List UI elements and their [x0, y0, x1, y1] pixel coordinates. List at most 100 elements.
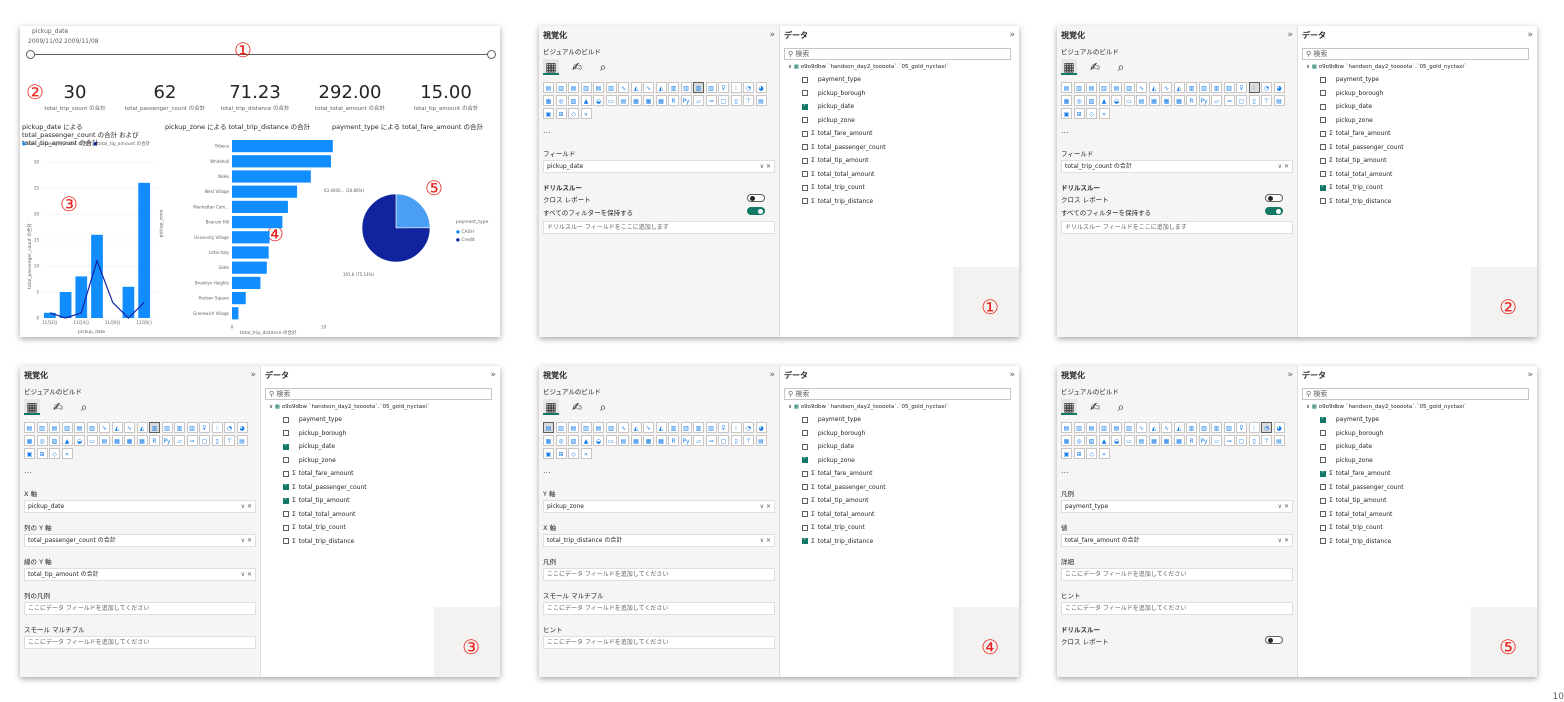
visual-type-icon[interactable]: ∿: [1161, 82, 1172, 93]
field-checkbox[interactable]: [1320, 90, 1326, 96]
visual-type-icon[interactable]: ▥: [1186, 82, 1197, 93]
visual-type-icon[interactable]: ▥: [580, 422, 592, 433]
visual-type-icon[interactable]: ◔: [743, 82, 754, 93]
field-item[interactable]: Σ total_total_amount: [1320, 511, 1416, 518]
visual-type-icon[interactable]: ◎: [555, 435, 567, 446]
kpi-card[interactable]: 30 total_trip_count の合計: [40, 82, 110, 112]
visual-type-icon[interactable]: ⊤: [224, 435, 235, 446]
visual-type-icon[interactable]: ▱: [1211, 435, 1222, 446]
visual-type-icon[interactable]: ◭: [136, 422, 148, 433]
visual-type-icon[interactable]: ▤: [593, 82, 604, 93]
field-item[interactable]: Σ total_fare_amount: [802, 130, 898, 137]
collapse-icon[interactable]: »: [1527, 370, 1533, 380]
visual-type-icon[interactable]: ▥: [605, 422, 617, 433]
field-checkbox[interactable]: [283, 538, 289, 544]
field-checkbox[interactable]: [1320, 157, 1326, 164]
slicer-handle-left[interactable]: [26, 50, 35, 59]
visual-type-icon[interactable]: ◎: [1073, 95, 1085, 106]
visual-type-icon[interactable]: ▥: [1211, 82, 1222, 93]
visual-type-icon[interactable]: ▨: [568, 95, 579, 106]
table-node[interactable]: ∨ ▦ o9o9dbw `handson_day2_toooota`.`05_g…: [788, 64, 949, 70]
format-visual-icon[interactable]: ✍: [569, 399, 585, 415]
visual-type-icon[interactable]: ∿: [99, 422, 110, 433]
visual-type-icon[interactable]: ▣: [543, 448, 554, 459]
field-item[interactable]: Σ total_fare_amount: [1320, 469, 1416, 477]
format-visual-icon[interactable]: ✍: [569, 59, 585, 75]
visual-type-icon[interactable]: ▥: [693, 82, 704, 93]
field-item[interactable]: Σ total_passenger_count: [802, 144, 898, 151]
visual-type-icon[interactable]: ∿: [618, 82, 629, 93]
remove-field-icon[interactable]: ∨ ✕: [1278, 161, 1289, 172]
visual-type-icon[interactable]: ▥: [680, 82, 692, 93]
visual-type-icon[interactable]: ◔: [743, 422, 754, 433]
visual-type-icon[interactable]: ▲: [580, 435, 592, 446]
field-well[interactable]: total_trip_count の合計 ∨ ✕: [1061, 160, 1293, 173]
visual-type-icon[interactable]: ▲: [580, 95, 592, 106]
visual-type-icon[interactable]: ⊤: [743, 435, 754, 446]
field-checkbox[interactable]: [283, 496, 289, 504]
visual-type-icon[interactable]: ▣: [1061, 108, 1072, 119]
analytics-icon[interactable]: ⌕: [595, 59, 611, 75]
visual-type-icon[interactable]: ▭: [1123, 95, 1135, 106]
visual-type-icon[interactable]: ◇: [568, 108, 579, 119]
field-checkbox[interactable]: [1320, 484, 1326, 490]
visual-type-icon[interactable]: ▦: [1148, 95, 1160, 106]
slicer-date-from[interactable]: 2009/11/02: [28, 38, 63, 45]
visual-type-icon[interactable]: ▯: [211, 435, 223, 446]
visual-type-icon[interactable]: ▨: [568, 435, 579, 446]
field-item[interactable]: Σ total_passenger_count: [802, 484, 898, 491]
field-checkbox[interactable]: [802, 102, 808, 110]
field-well-empty[interactable]: ここにデータ フィールドを追加してください: [1061, 568, 1293, 581]
field-item[interactable]: pickup_zone: [1320, 117, 1416, 124]
visual-type-icon[interactable]: ▦: [543, 95, 554, 106]
field-item[interactable]: Σ total_trip_distance: [1320, 198, 1416, 205]
visual-type-icon[interactable]: ⊸: [705, 435, 717, 446]
visual-type-icon[interactable]: ▥: [668, 82, 679, 93]
collapse-icon[interactable]: »: [1009, 370, 1015, 380]
visual-type-icon[interactable]: ▤: [1061, 422, 1072, 433]
field-checkbox[interactable]: [283, 457, 289, 463]
field-item[interactable]: payment_type: [802, 76, 898, 83]
visual-type-icon[interactable]: ▥: [1211, 422, 1222, 433]
table-node[interactable]: ∨ ▦ o9o9dbw `handson_day2_toooota`.`05_g…: [1306, 404, 1467, 410]
visual-type-icon[interactable]: ⊸: [1223, 95, 1235, 106]
field-item[interactable]: Σ total_trip_distance: [1320, 538, 1416, 545]
drillthrough-well[interactable]: ドリルスルー フィールドをここに追加します: [1061, 221, 1293, 234]
format-visual-icon[interactable]: ✍: [1087, 59, 1103, 75]
field-checkbox[interactable]: [1320, 171, 1326, 177]
field-checkbox[interactable]: [283, 416, 289, 423]
visual-type-icon[interactable]: ▱: [1211, 95, 1222, 106]
visual-type-icon[interactable]: ▥: [668, 422, 679, 433]
visual-type-icon[interactable]: ▢: [1236, 435, 1247, 446]
build-visual-icon[interactable]: ▦: [1061, 399, 1077, 415]
visual-type-icon[interactable]: ◇: [49, 448, 60, 459]
remove-field-icon[interactable]: ∨ ✕: [1278, 501, 1289, 512]
field-item[interactable]: Σ total_trip_count: [802, 184, 898, 191]
visual-type-icon[interactable]: ▦: [630, 95, 642, 106]
cross-report-toggle[interactable]: [1265, 636, 1283, 644]
field-checkbox[interactable]: [802, 90, 808, 96]
visual-type-icon[interactable]: ▤: [543, 82, 554, 93]
field-checkbox[interactable]: [802, 184, 808, 191]
field-item[interactable]: pickup_date: [802, 443, 898, 450]
visual-type-icon[interactable]: »: [580, 448, 592, 459]
visual-type-icon[interactable]: ▥: [580, 82, 592, 93]
visual-type-icon[interactable]: ▱: [174, 435, 185, 446]
field-well[interactable]: total_passenger_count の合計 ∨ ✕: [24, 534, 256, 547]
analytics-icon[interactable]: ⌕: [76, 399, 92, 415]
visual-type-icon[interactable]: ⁝: [730, 82, 742, 93]
search-input[interactable]: ⚲ 検索: [784, 388, 1011, 400]
visual-type-icon[interactable]: ▤: [236, 435, 248, 446]
visual-type-icon[interactable]: ◭: [1173, 422, 1185, 433]
field-item[interactable]: pickup_borough: [802, 90, 898, 97]
visual-type-icon[interactable]: ▥: [1098, 422, 1110, 433]
visual-type-icon[interactable]: ▦: [124, 435, 135, 446]
field-checkbox[interactable]: [1320, 511, 1326, 517]
visual-type-icon[interactable]: ▥: [1098, 82, 1110, 93]
drillthrough-well[interactable]: ドリルスルー フィールドをここに追加します: [543, 221, 775, 234]
more-visuals-icon[interactable]: ...: [1061, 466, 1069, 475]
field-checkbox[interactable]: [1320, 183, 1326, 191]
table-node[interactable]: ∨ ▦ o9o9dbw `handson_day2_toooota`.`05_g…: [788, 404, 949, 410]
field-item[interactable]: Σ total_tip_amount: [1320, 497, 1416, 504]
visual-type-icon[interactable]: ◇: [1086, 108, 1097, 119]
